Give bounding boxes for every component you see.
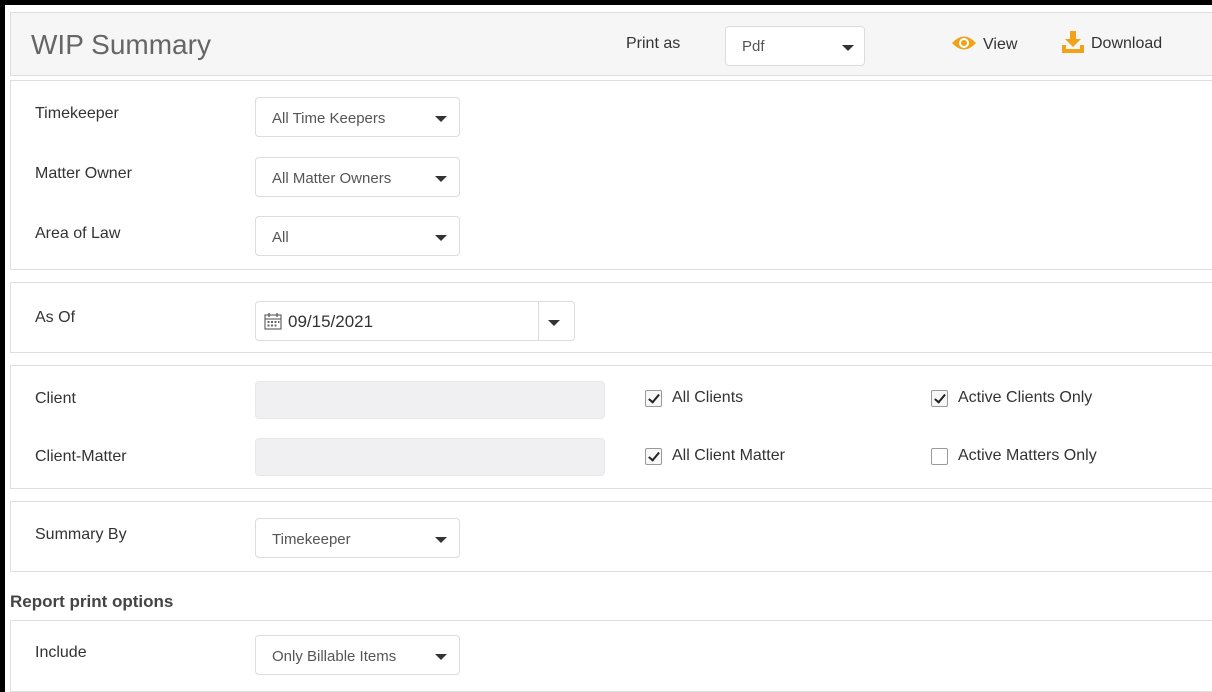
include-label: Include (35, 644, 87, 661)
area-of-law-label: Area of Law (35, 225, 121, 242)
all-client-matter-label: All Client Matter (672, 447, 785, 464)
chevron-down-icon (435, 537, 447, 543)
eye-icon (951, 34, 977, 57)
print-as-select[interactable]: Pdf (725, 26, 865, 66)
download-button[interactable]: Download (1061, 30, 1163, 59)
matter-owner-label: Matter Owner (35, 165, 132, 182)
print-as-value: Pdf (742, 38, 765, 55)
client-section: Client All Clients Active Clients Only C… (10, 365, 1212, 489)
summary-by-value: Timekeeper (272, 531, 351, 548)
view-label: View (983, 36, 1018, 53)
download-label: Download (1091, 35, 1163, 52)
summary-by-section: Summary By Timekeeper (10, 501, 1212, 572)
client-matter-label: Client-Matter (35, 448, 127, 465)
chevron-down-icon[interactable] (548, 320, 560, 326)
report-header: WIP Summary Print as Pdf View Download (10, 12, 1212, 76)
active-matters-only-label: Active Matters Only (958, 447, 1097, 464)
include-value: Only Billable Items (272, 648, 397, 665)
chevron-down-icon (842, 45, 854, 51)
summary-by-select[interactable]: Timekeeper (255, 518, 460, 558)
print-as-label: Print as (626, 35, 681, 52)
matter-owner-value: All Matter Owners (272, 170, 392, 187)
area-of-law-value: All (272, 229, 289, 246)
client-matter-input[interactable] (255, 438, 605, 476)
page-title: WIP Summary (31, 29, 211, 60)
chevron-down-icon (435, 235, 447, 241)
as-of-date-value: 09/15/2021 (288, 312, 374, 331)
checkbox-checked-icon[interactable] (645, 389, 662, 407)
report-print-options-heading: Report print options (10, 592, 174, 611)
timekeeper-label: Timekeeper (35, 105, 119, 122)
timekeeper-select[interactable]: All Time Keepers (255, 97, 460, 137)
client-label: Client (35, 390, 76, 407)
summary-by-label: Summary By (35, 526, 127, 543)
filters-section: Timekeeper All Time Keepers Matter Owner… (10, 80, 1212, 270)
active-clients-only-checkbox[interactable]: Active Clients Only (931, 389, 1092, 407)
as-of-date-picker[interactable]: 09/15/2021 (255, 301, 575, 341)
view-button[interactable]: View (951, 33, 1017, 57)
download-icon (1061, 30, 1085, 59)
chevron-down-icon (435, 176, 447, 182)
active-matters-only-checkbox[interactable]: Active Matters Only (931, 447, 1097, 465)
all-clients-checkbox[interactable]: All Clients (645, 389, 743, 407)
all-client-matter-checkbox[interactable]: All Client Matter (645, 447, 785, 465)
all-clients-label: All Clients (672, 389, 744, 406)
active-clients-only-label: Active Clients Only (958, 389, 1093, 406)
client-input[interactable] (255, 381, 605, 419)
checkbox-checked-icon[interactable] (931, 389, 948, 407)
calendar-icon (264, 312, 282, 335)
checkbox-checked-icon[interactable] (645, 447, 662, 465)
chevron-down-icon (435, 116, 447, 122)
chevron-down-icon (435, 654, 447, 660)
as-of-label: As Of (35, 309, 76, 326)
include-select[interactable]: Only Billable Items (255, 635, 460, 675)
matter-owner-select[interactable]: All Matter Owners (255, 157, 460, 197)
date-picker-divider (538, 302, 539, 340)
include-section: Include Only Billable Items (10, 620, 1212, 692)
checkbox-unchecked-icon[interactable] (931, 447, 948, 465)
as-of-section: As Of 09/15/2021 (10, 282, 1212, 353)
timekeeper-value: All Time Keepers (272, 110, 386, 127)
area-of-law-select[interactable]: All (255, 216, 460, 256)
